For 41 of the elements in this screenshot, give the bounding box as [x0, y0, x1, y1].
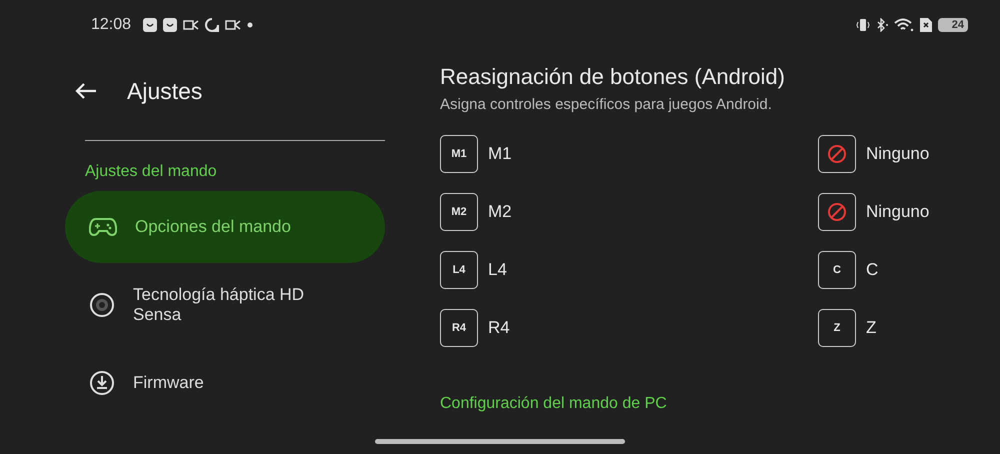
prohibited-icon	[827, 144, 847, 164]
none-badge[interactable]	[818, 135, 856, 173]
button-label: M2	[488, 202, 512, 222]
mapping-label: Z	[866, 318, 876, 338]
key-badge[interactable]: Z	[818, 309, 856, 347]
section-description: Asigna controles específicos para juegos Android.	[440, 96, 773, 113]
clock: 12:08	[91, 16, 132, 34]
none-badge[interactable]	[818, 193, 856, 231]
sidebar-item[interactable]: Firmware	[65, 347, 385, 419]
sidebar-item[interactable]: Opciones del mando	[65, 191, 385, 263]
mapping-label: C	[866, 260, 878, 280]
no-sim-icon	[920, 18, 932, 32]
download-icon	[89, 370, 115, 396]
key-badge[interactable]: R4	[440, 309, 478, 347]
section-heading: Configuración del mando de PC	[440, 395, 668, 413]
section-title: Reasignación de botones (Android)	[440, 64, 786, 90]
key-badge[interactable]: M2	[440, 193, 478, 231]
section-heading: Ajustes del mando	[85, 163, 218, 181]
dot-icon	[247, 22, 254, 28]
button-label: L4	[488, 260, 507, 280]
back-arrow-icon[interactable]	[75, 82, 97, 100]
bluetooth-icon	[876, 18, 888, 32]
sidebar-item[interactable]: Tecnología háptica HD Sensa	[65, 269, 385, 341]
app-notification-icon	[163, 18, 178, 32]
button-label: M1	[488, 144, 512, 164]
key-badge[interactable]: L4	[440, 251, 478, 289]
key-badge[interactable]: M1	[440, 135, 478, 173]
app-notification-icon	[143, 18, 158, 32]
page-title: Ajustes	[127, 78, 202, 104]
button-label: R4	[488, 318, 510, 338]
prohibited-icon	[827, 202, 847, 222]
mapping-label: Ninguno	[866, 202, 930, 222]
camera-icon	[183, 19, 200, 31]
mapping-label: Ninguno	[866, 144, 930, 164]
camera-icon	[225, 19, 242, 31]
vibrate-icon	[856, 18, 870, 32]
key-badge[interactable]: C	[818, 251, 856, 289]
wifi-icon	[894, 18, 914, 32]
gamepad-icon	[89, 217, 117, 237]
battery-indicator: 24	[938, 18, 968, 32]
speaker-icon	[89, 292, 115, 318]
